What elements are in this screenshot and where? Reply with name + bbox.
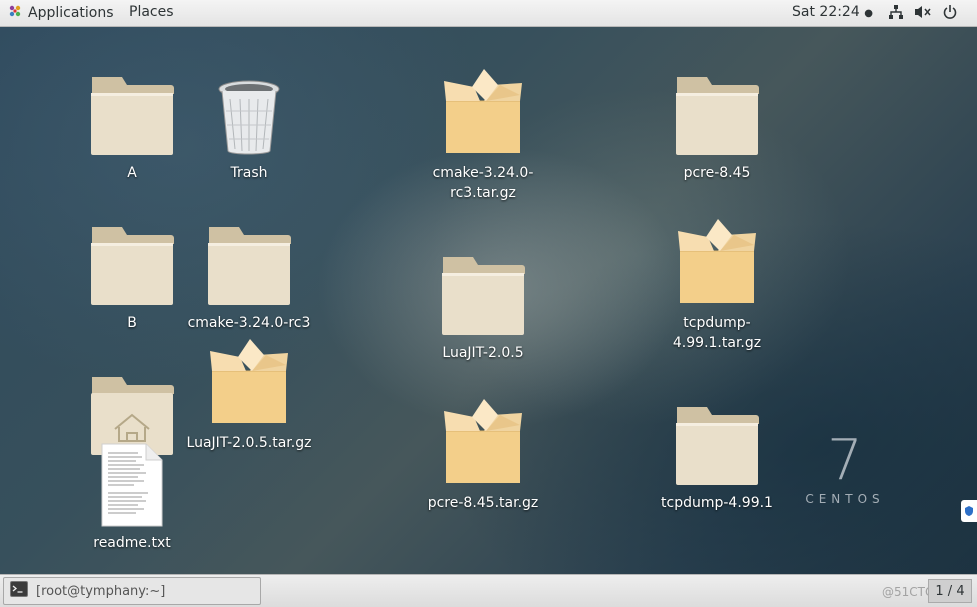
terminal-icon (10, 581, 28, 601)
folder-icon (67, 225, 197, 307)
desktop-icon-trash[interactable]: Trash (184, 79, 314, 183)
icon-label: tcpdump-4.99.1 (661, 495, 773, 511)
centos-logo: 7 CENTOS (800, 428, 890, 507)
icon-label: pcre-8.45 (683, 165, 751, 181)
power-icon (942, 4, 958, 24)
icon-label: cmake-3.24.0-rc3 (187, 315, 311, 331)
places-menu[interactable]: Places (129, 4, 174, 20)
applications-menu[interactable]: Applications (8, 4, 114, 22)
folder-icon (184, 225, 314, 307)
desktop-icon-tcpdump-tarball[interactable]: tcpdump-4.99.1.tar.gz (652, 217, 782, 353)
icon-label: LuaJIT-2.0.5.tar.gz (186, 435, 312, 451)
desktop-icon-folder-b[interactable]: B (67, 225, 197, 333)
desktop-icon-folder-luajit[interactable]: LuaJIT-2.0.5 (418, 255, 548, 363)
bottom-panel: [root@tymphany:~] @51CTO博客 1 / 4 (0, 574, 977, 607)
desktop[interactable]: A Trash cmake-3.24.0-rc3.tar.gz pcre-8.4… (0, 27, 977, 574)
icon-label: B (127, 315, 137, 331)
desktop-icon-folder-tcpdump[interactable]: tcpdump-4.99.1 (652, 405, 782, 513)
icon-label: Trash (230, 165, 268, 181)
desktop-icon-readme[interactable]: readme.txt (67, 443, 197, 553)
shield-icon (963, 502, 975, 521)
clock[interactable]: Sat 22:24 ● (792, 4, 873, 20)
clock-time: Sat 22:24 (792, 4, 860, 20)
folder-icon (652, 405, 782, 487)
workspace-switcher[interactable]: 1 / 4 (928, 579, 972, 603)
package-icon (418, 397, 548, 487)
network-icon (888, 4, 904, 24)
package-icon (652, 217, 782, 307)
applications-label: Applications (28, 5, 114, 21)
icon-label: pcre-8.45.tar.gz (427, 495, 539, 511)
trash-icon (184, 79, 314, 157)
system-status[interactable] (888, 4, 958, 24)
desktop-icon-cmake-tarball[interactable]: cmake-3.24.0-rc3.tar.gz (418, 67, 548, 203)
icon-label: LuaJIT-2.0.5 (442, 345, 524, 361)
desktop-icon-folder-pcre[interactable]: pcre-8.45 (652, 75, 782, 183)
taskbar-window-title: [root@tymphany:~] (36, 583, 166, 599)
gnome-foot-icon (8, 4, 22, 22)
volume-muted-icon (914, 4, 932, 24)
package-icon (418, 67, 548, 157)
folder-icon (418, 255, 548, 337)
text-file-icon (67, 443, 197, 527)
desktop-icon-pcre-tarball[interactable]: pcre-8.45.tar.gz (418, 397, 548, 513)
top-panel: Applications Places Sat 22:24 ● (0, 0, 977, 27)
taskbar-terminal-window[interactable]: [root@tymphany:~] (3, 577, 261, 605)
centos-version: 7 (827, 428, 863, 493)
desktop-icon-luajit-tarball[interactable]: LuaJIT-2.0.5.tar.gz (184, 337, 314, 453)
desktop-icon-folder-a[interactable]: A (67, 75, 197, 183)
desktop-icon-folder-cmake[interactable]: cmake-3.24.0-rc3 (184, 225, 314, 333)
icon-label: cmake-3.24.0-rc3.tar.gz (432, 165, 534, 201)
package-icon (184, 337, 314, 427)
notification-dot: ● (864, 8, 873, 19)
floating-widget[interactable] (961, 500, 977, 522)
folder-icon (652, 75, 782, 157)
icon-label: A (127, 165, 137, 181)
icon-label: readme.txt (93, 535, 171, 551)
folder-icon (67, 75, 197, 157)
icon-label: tcpdump-4.99.1.tar.gz (672, 315, 762, 351)
centos-wordmark: CENTOS (805, 492, 885, 506)
